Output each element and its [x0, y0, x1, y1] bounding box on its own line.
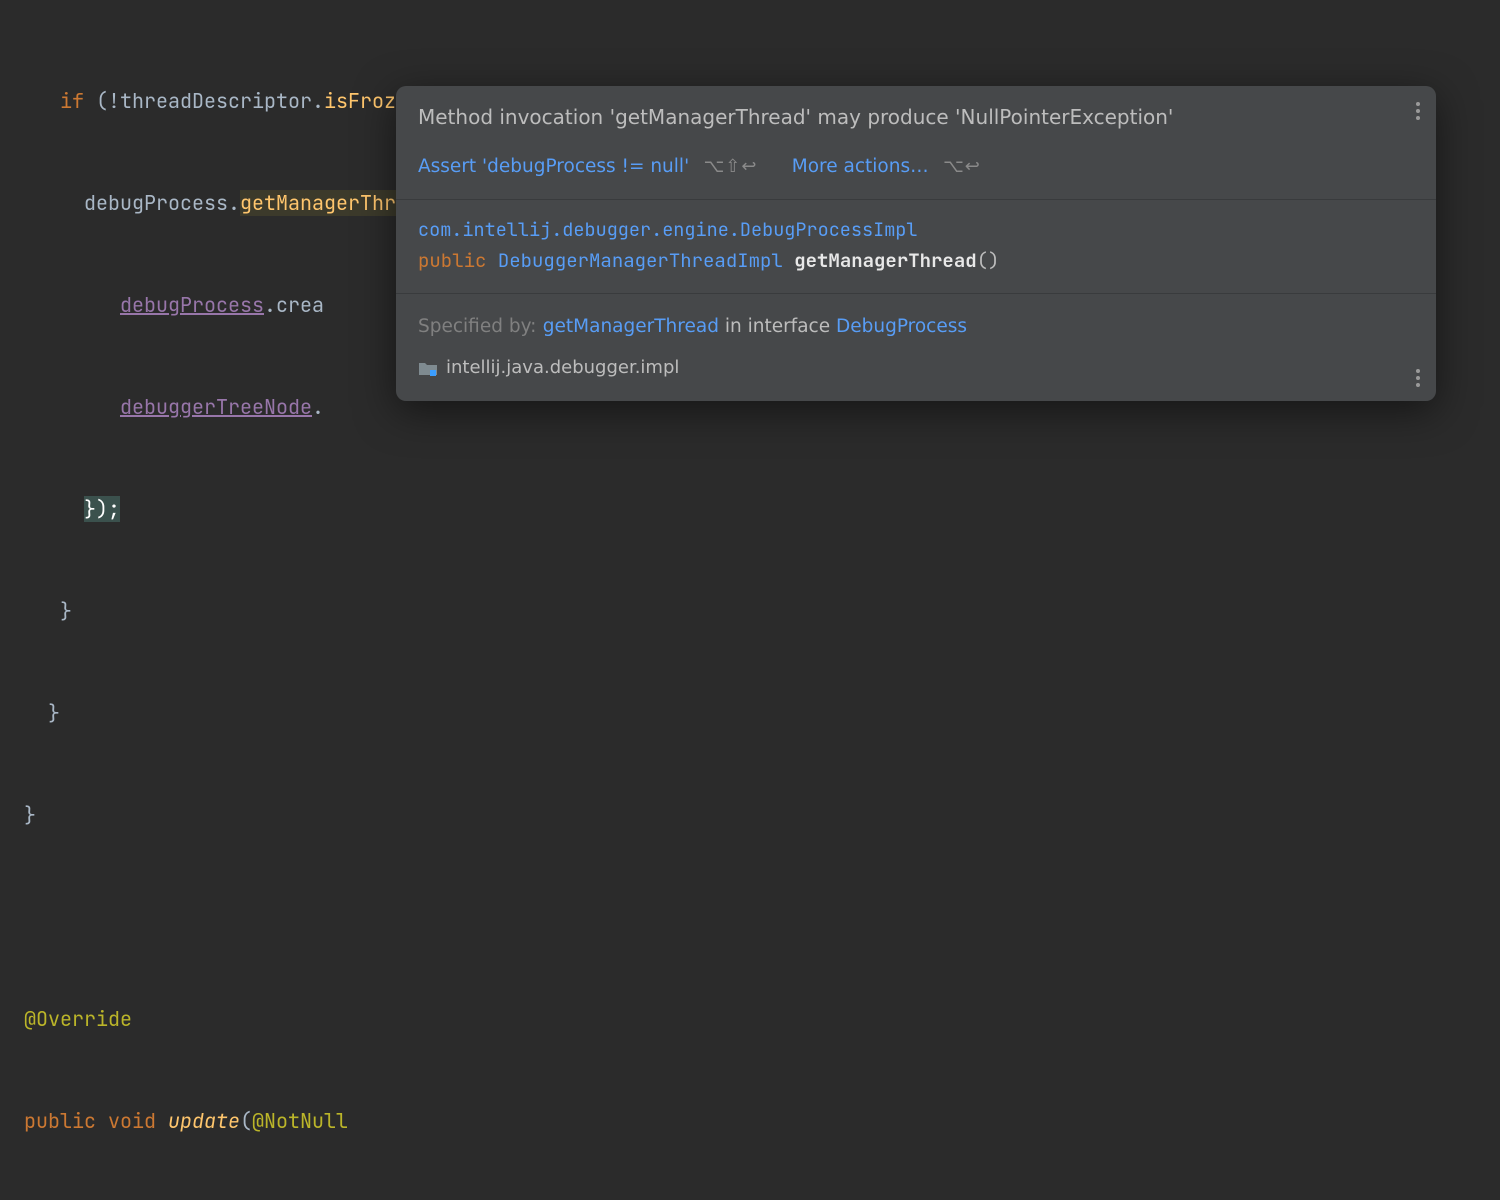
specified-by-label: Specified by: — [418, 316, 536, 337]
code-line: public void update(@NotNull — [0, 1104, 1500, 1138]
specified-by-interface[interactable]: DebugProcess — [836, 316, 967, 337]
module-folder-icon — [418, 360, 438, 376]
code-line: } — [0, 594, 1500, 628]
annotation: @Override — [24, 1006, 132, 1032]
code-line — [0, 900, 1500, 934]
bracket-close: }); — [84, 496, 120, 522]
popup-warning-section: Method invocation 'getManagerThread' may… — [396, 86, 1436, 200]
quickfix-assert[interactable]: Assert 'debugProcess != null' — [418, 156, 689, 177]
reference-link[interactable]: debuggerTreeNode — [120, 394, 312, 420]
code-line: } — [0, 696, 1500, 730]
keyword-if: if — [60, 88, 84, 114]
doc-qualifier[interactable]: com.intellij.debugger.engine.DebugProces… — [418, 214, 1414, 245]
more-options-icon[interactable] — [1416, 102, 1420, 120]
more-options-icon[interactable] — [1416, 369, 1420, 387]
popup-specified-section: Specified by: getManagerThread in interf… — [396, 294, 1436, 401]
module-name: intellij.java.debugger.impl — [446, 353, 679, 384]
popup-doc-section: com.intellij.debugger.engine.DebugProces… — [396, 200, 1436, 295]
quickfix-more-actions[interactable]: More actions… — [792, 156, 929, 177]
method-name: getManagerThread — [794, 248, 976, 273]
shortcut-label: ⌥↩ — [943, 156, 981, 177]
inspection-popup: Method invocation 'getManagerThread' may… — [396, 86, 1436, 401]
inspection-message: Method invocation 'getManagerThread' may… — [418, 100, 1414, 134]
return-type-link[interactable]: DebuggerManagerThreadImpl — [498, 248, 783, 273]
specified-by-method[interactable]: getManagerThread — [543, 316, 719, 337]
code-line: } — [0, 798, 1500, 832]
code-line: @Override — [0, 1002, 1500, 1036]
shortcut-label: ⌥⇧↩ — [704, 156, 758, 177]
reference-link[interactable]: debugProcess — [120, 292, 264, 318]
code-line: }); — [0, 492, 1500, 526]
